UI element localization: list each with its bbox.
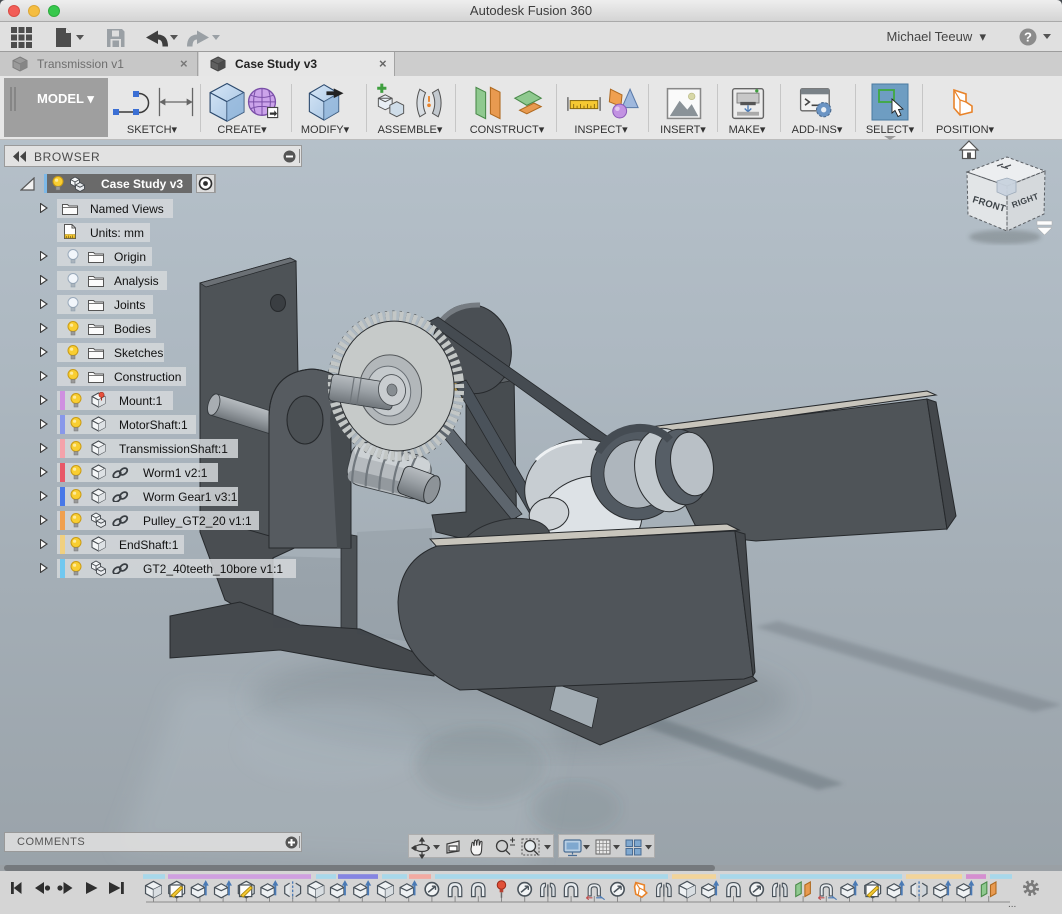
svg-text:...: ... [1008,899,1016,910]
svg-text:?: ? [1024,30,1032,45]
